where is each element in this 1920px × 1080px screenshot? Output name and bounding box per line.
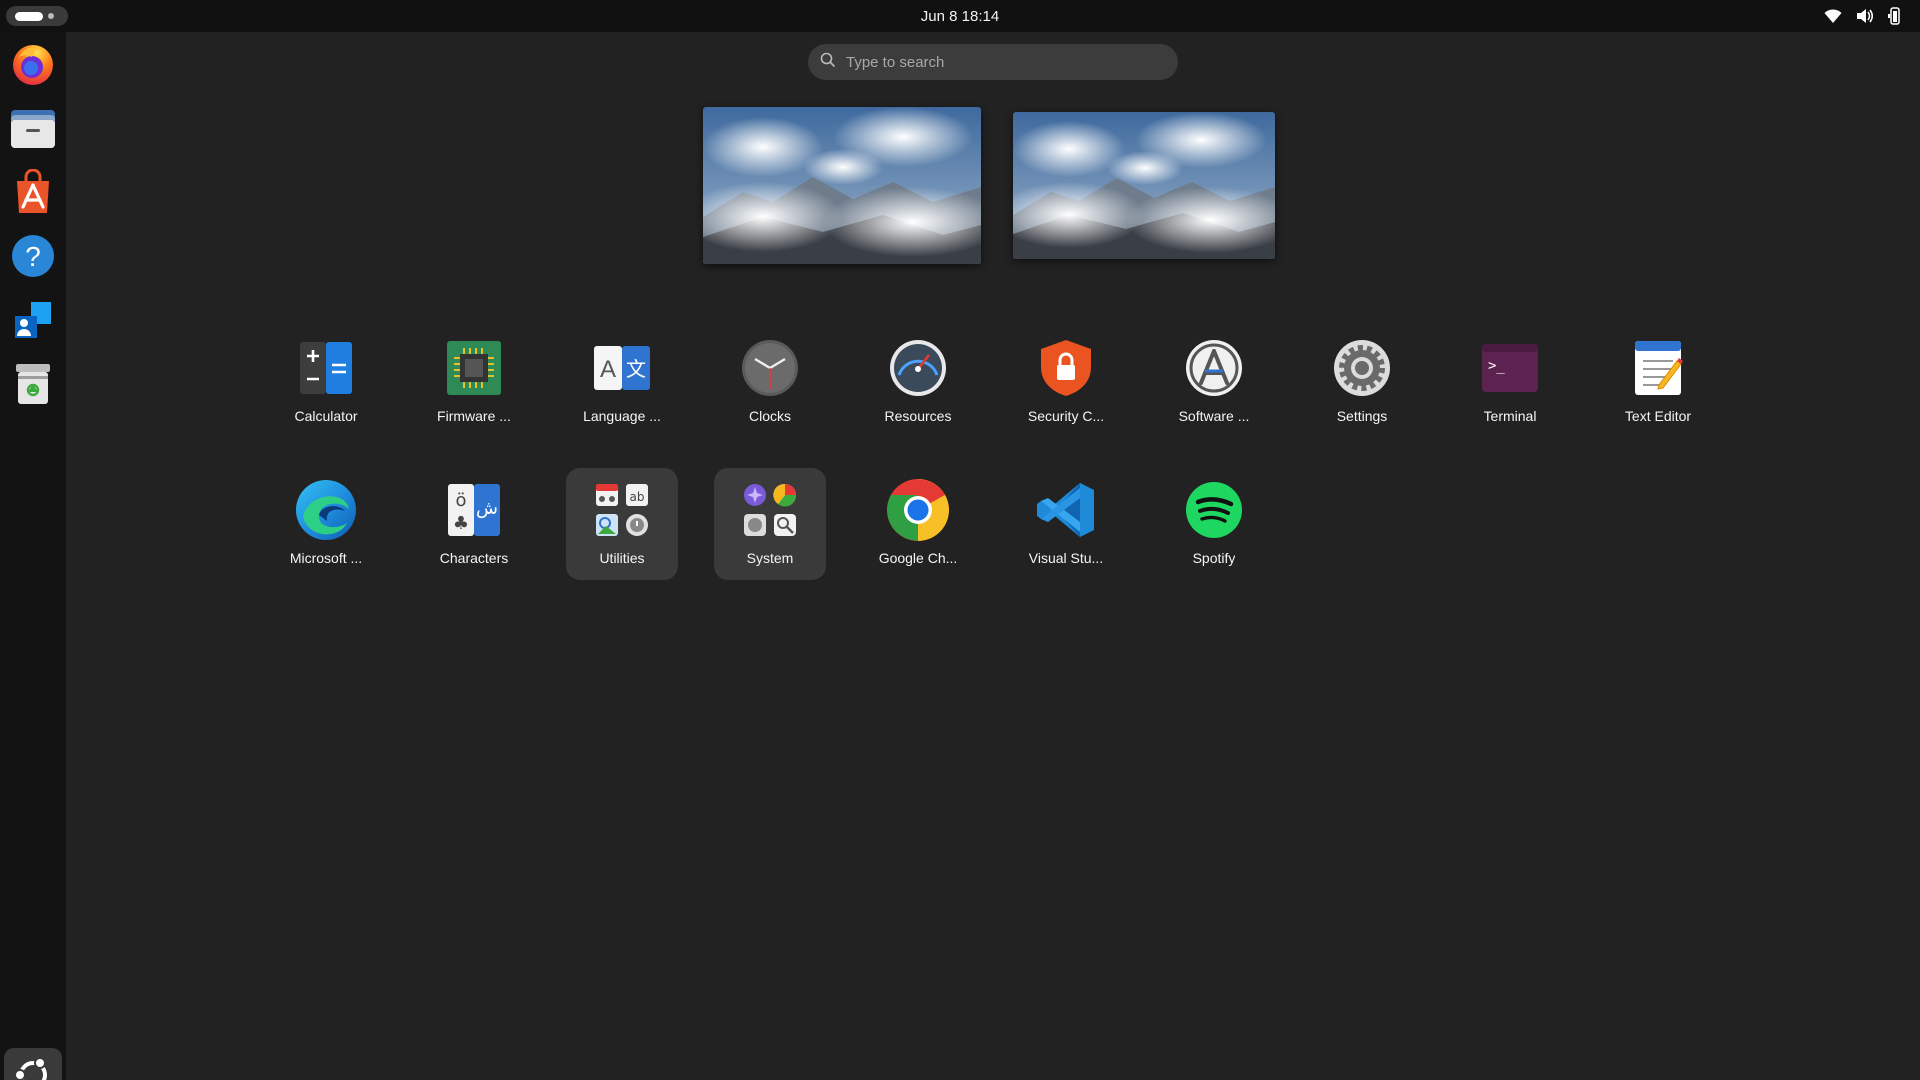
wallpaper-mountains-clouds — [1013, 112, 1275, 259]
app-text-editor[interactable]: Text Editor — [1602, 326, 1714, 438]
app-label: Firmware ... — [437, 408, 511, 424]
dock-firefox[interactable] — [9, 42, 57, 90]
app-visual-studio-code[interactable]: Visual Stu... — [1010, 468, 1122, 580]
workspace-thumbnail-2[interactable] — [1013, 112, 1275, 259]
characters-icon: ö ♣ ش — [442, 478, 506, 542]
app-label: Software ... — [1178, 408, 1250, 424]
dock-help[interactable]: ? — [9, 234, 57, 282]
app-label: Utilities — [599, 550, 645, 566]
trash-icon — [14, 362, 52, 411]
app-language[interactable]: A文 Language ... — [566, 326, 678, 438]
svg-text:ö: ö — [455, 490, 466, 511]
app-label: Language ... — [583, 408, 661, 424]
app-folder-system[interactable]: System — [714, 468, 826, 580]
battery-icon — [1888, 7, 1902, 25]
firmware-icon — [442, 336, 506, 400]
search-bar[interactable] — [808, 44, 1178, 80]
dock-files[interactable] — [9, 106, 57, 154]
app-spotify[interactable]: Spotify — [1158, 468, 1270, 580]
search-input[interactable] — [846, 53, 1146, 71]
app-label: Text Editor — [1624, 408, 1692, 424]
app-label: System — [746, 550, 794, 566]
app-google-chrome[interactable]: Google Ch... — [862, 468, 974, 580]
settings-gear-icon — [1330, 336, 1394, 400]
dock: ? — [0, 32, 66, 1080]
app-clocks[interactable]: Clocks — [714, 326, 826, 438]
svg-text:ab: ab — [630, 490, 645, 504]
app-folder-utilities[interactable]: ab Utilities — [566, 468, 678, 580]
dock-remote-desktop[interactable] — [9, 298, 57, 346]
dock-app-center[interactable] — [9, 168, 57, 220]
svg-text:>_: >_ — [1488, 358, 1505, 374]
software-updater-icon — [1182, 336, 1246, 400]
app-microsoft-edge[interactable]: Microsoft ... — [270, 468, 382, 580]
remote-desktop-icon — [13, 300, 53, 345]
text-editor-icon — [1626, 336, 1690, 400]
app-label: Settings — [1336, 408, 1388, 424]
app-label: Security C... — [1027, 408, 1105, 424]
ubuntu-logo-icon — [13, 1055, 53, 1080]
files-folder-icon — [10, 107, 56, 154]
spotify-icon — [1182, 478, 1246, 542]
calculator-icon — [294, 336, 358, 400]
app-label: Terminal — [1483, 408, 1537, 424]
dock-trash[interactable] — [9, 362, 57, 410]
help-icon: ? — [10, 233, 56, 284]
language-icon: A文 — [590, 336, 654, 400]
svg-text:A: A — [600, 356, 616, 383]
search-icon — [820, 52, 836, 73]
app-security-center[interactable]: Security C... — [1010, 326, 1122, 438]
svg-text:♣: ♣ — [453, 513, 469, 534]
chrome-icon — [886, 478, 950, 542]
volume-icon — [1856, 8, 1874, 24]
app-label: Microsoft ... — [289, 550, 363, 566]
vscode-icon — [1034, 478, 1098, 542]
system-tray[interactable] — [1824, 7, 1902, 25]
app-label: Characters — [439, 550, 509, 566]
app-calculator[interactable]: Calculator — [270, 326, 382, 438]
app-label: Clocks — [748, 408, 791, 424]
app-center-icon — [13, 168, 53, 220]
firefox-icon — [10, 41, 56, 92]
app-label: Google Ch... — [878, 550, 958, 566]
workspace-thumbnail-1[interactable] — [703, 107, 981, 264]
app-label: Visual Stu... — [1028, 550, 1104, 566]
app-label: Resources — [884, 408, 952, 424]
terminal-icon: >_ — [1478, 336, 1542, 400]
app-firmware[interactable]: Firmware ... — [418, 326, 530, 438]
wallpaper-mountains-clouds — [703, 107, 981, 264]
svg-text:?: ? — [25, 241, 41, 272]
date-time[interactable]: Jun 8 18:14 — [0, 8, 1920, 25]
resources-gauge-icon — [886, 336, 950, 400]
app-characters[interactable]: ö ♣ ش Characters — [418, 468, 530, 580]
top-bar: Jun 8 18:14 — [0, 0, 1920, 32]
app-label: Spotify — [1192, 550, 1236, 566]
app-settings[interactable]: Settings — [1306, 326, 1418, 438]
show-apps-button[interactable] — [4, 1048, 62, 1080]
wifi-icon — [1824, 8, 1842, 24]
clock-icon — [738, 336, 802, 400]
app-resources[interactable]: Resources — [862, 326, 974, 438]
app-terminal[interactable]: >_ Terminal — [1454, 326, 1566, 438]
svg-text:文: 文 — [626, 357, 646, 381]
app-label: Calculator — [294, 408, 358, 424]
edge-icon — [294, 478, 358, 542]
app-software-updater[interactable]: Software ... — [1158, 326, 1270, 438]
folder-icon — [738, 478, 802, 542]
security-shield-icon — [1034, 336, 1098, 400]
svg-text:ش: ش — [476, 498, 498, 519]
folder-icon: ab — [590, 478, 654, 542]
